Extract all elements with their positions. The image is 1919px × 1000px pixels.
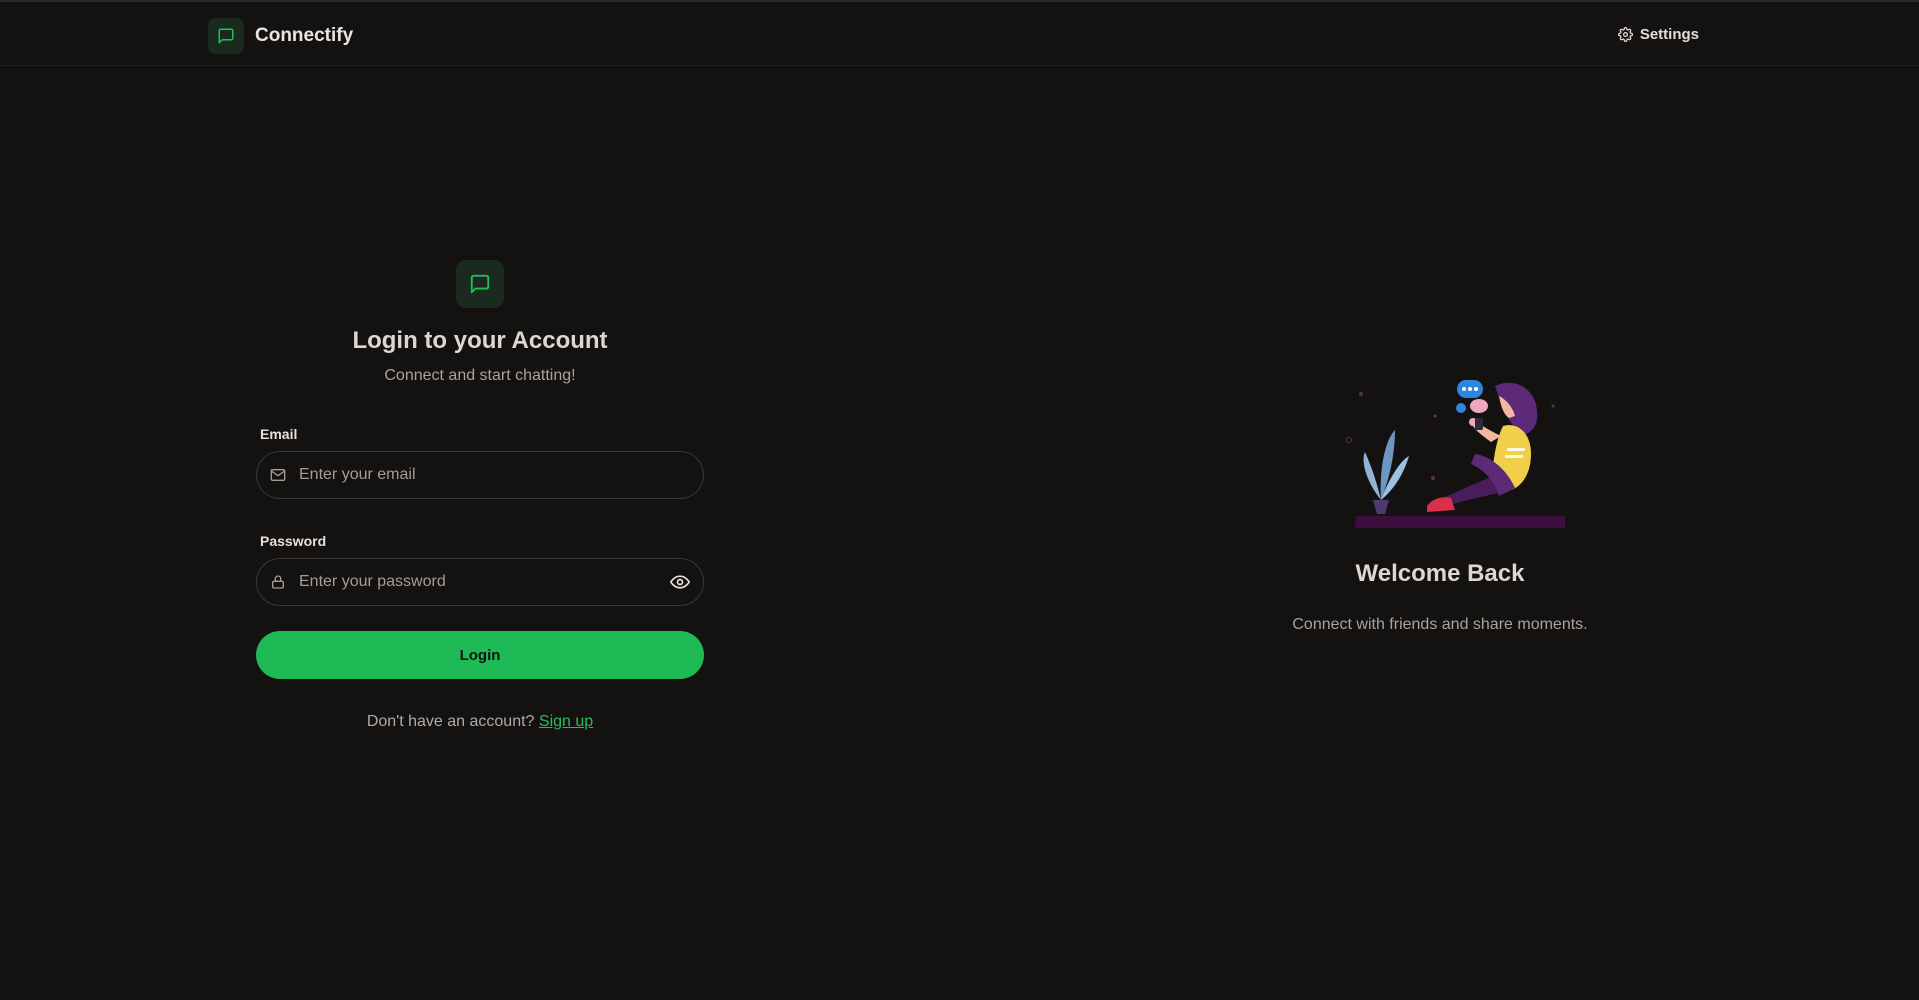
signup-prompt-line: Don't have an account? Sign up [256,713,704,731]
lock-icon [270,574,286,590]
top-navbar: Connectify Settings [0,0,1919,66]
welcome-subtitle: Connect with friends and share moments. [1292,616,1588,633]
chat-bubble-icon [456,260,504,308]
eye-icon[interactable] [669,572,691,592]
login-form: Login to your Account Connect and start … [256,260,704,731]
chatting-woman-illustration [1346,380,1565,528]
login-subtitle: Connect and start chatting! [384,367,576,384]
brand-logo-link[interactable]: Connectify [208,18,353,54]
password-field-wrapper [256,558,704,606]
chat-bubble-icon [208,18,244,54]
brand-name: Connectify [255,25,354,46]
email-input[interactable] [297,452,657,498]
email-label: Email [260,426,298,442]
gear-icon [1617,27,1633,42]
login-button[interactable]: Login [256,631,704,679]
login-title: Login to your Account [352,327,608,354]
welcome-panel: Welcome Back Connect with friends and sh… [1220,360,1660,634]
signup-link[interactable]: Sign up [539,713,593,730]
settings-link[interactable]: Settings [1617,26,1699,43]
mail-icon [270,467,286,483]
password-input[interactable] [297,559,657,605]
settings-label: Settings [1639,26,1699,43]
welcome-title: Welcome Back [1355,560,1525,587]
email-field-wrapper [256,451,704,499]
signup-prompt: Don't have an account? [366,713,535,730]
password-label: Password [260,533,327,549]
